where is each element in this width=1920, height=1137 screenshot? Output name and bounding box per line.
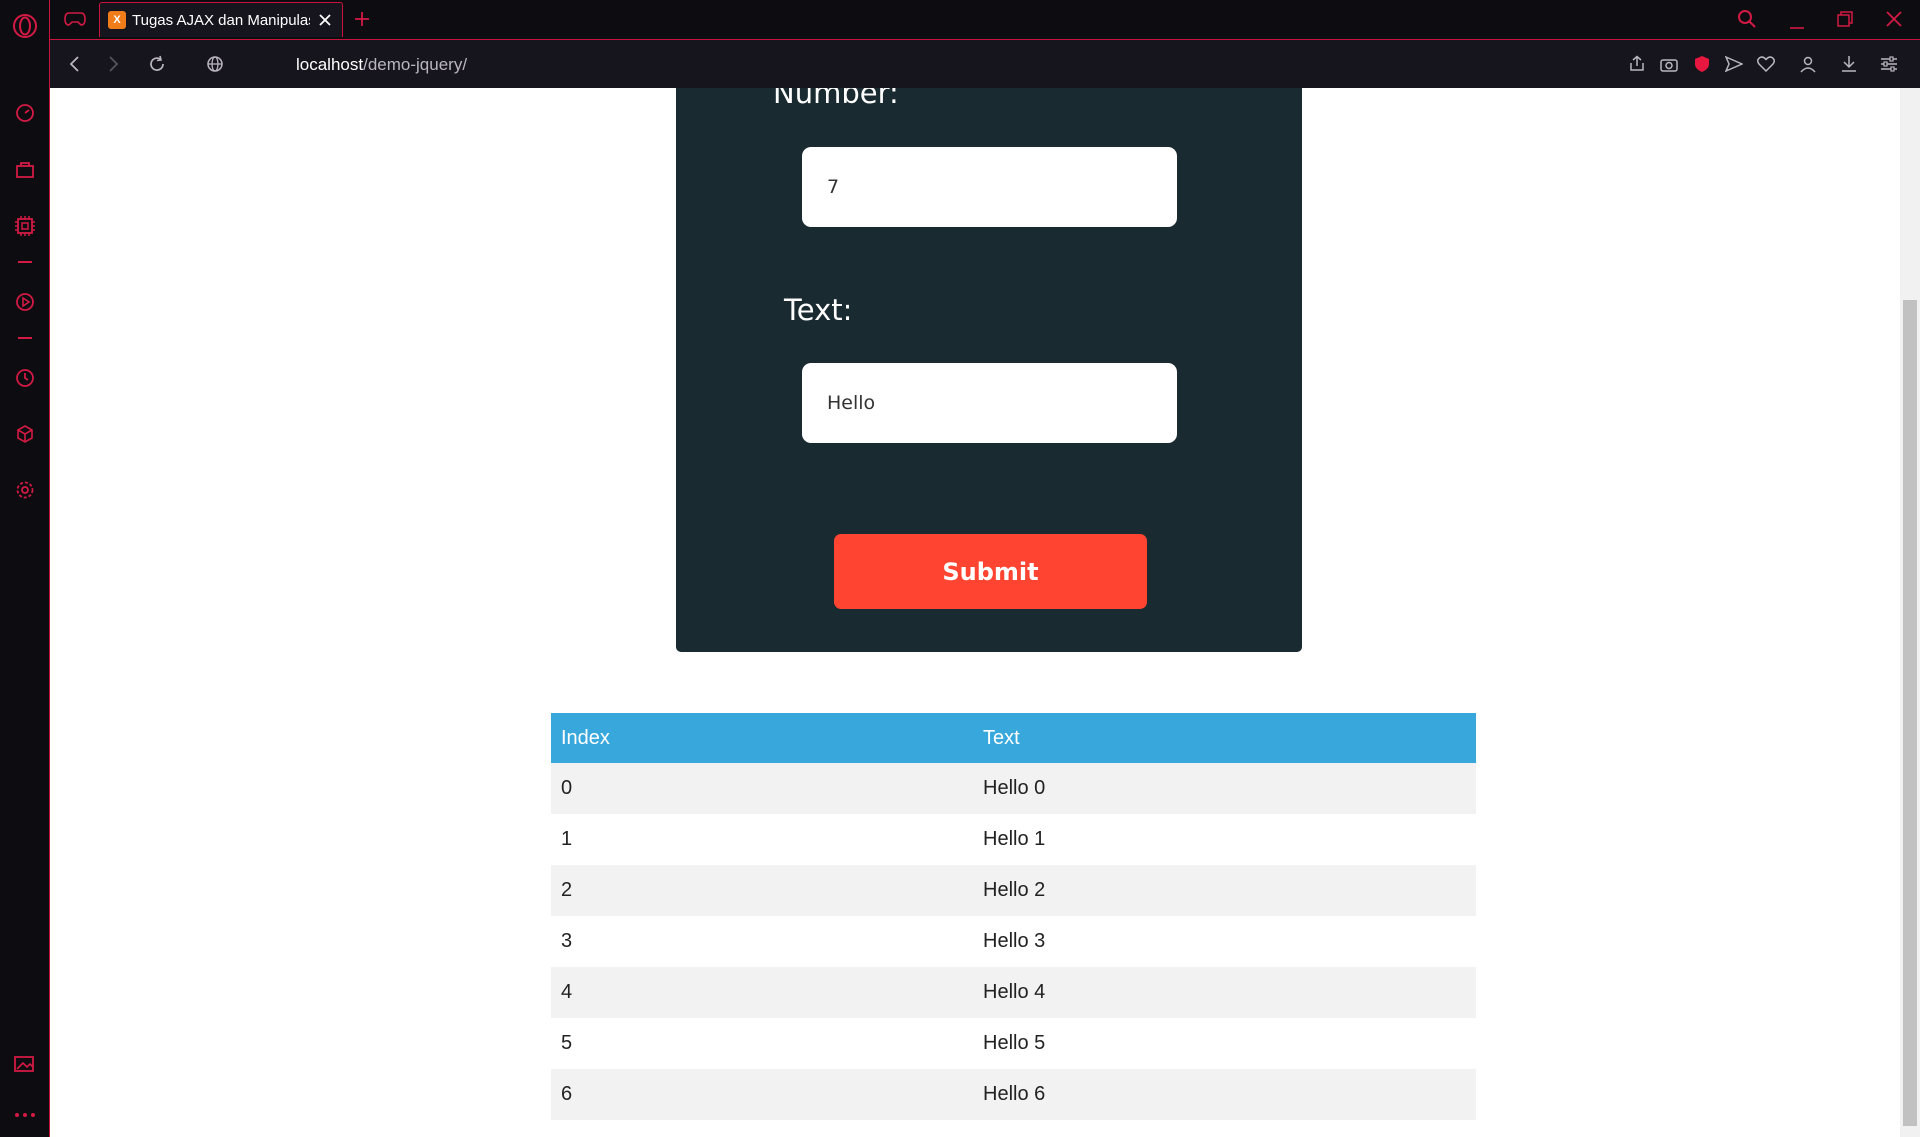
settings-gear-icon[interactable] [13, 478, 37, 502]
submit-button[interactable]: Submit [834, 534, 1147, 609]
index-cell: 5 [551, 1018, 973, 1069]
cpu-icon[interactable] [12, 213, 38, 239]
send-arrow-icon[interactable] [1722, 52, 1746, 76]
player-icon[interactable] [13, 290, 37, 314]
address-toolbar: localhost/demo-jquery/ [50, 39, 1920, 88]
new-tab-plus-icon[interactable] [351, 8, 373, 30]
text-input[interactable] [802, 363, 1177, 443]
more-options-icon[interactable] [13, 1110, 37, 1120]
minimize-icon[interactable] [1784, 8, 1810, 34]
index-cell: 0 [551, 763, 973, 814]
tab-close-icon[interactable] [316, 11, 334, 29]
text-label: Text: [784, 293, 853, 327]
share-icon[interactable] [1625, 52, 1649, 76]
text-cell: Hello 4 [973, 967, 1476, 1018]
gallery-image-icon[interactable] [12, 1052, 38, 1076]
number-label: Number: [773, 88, 899, 110]
index-column-header: Index [551, 713, 973, 763]
number-input[interactable] [802, 147, 1177, 227]
speed-dial-icon[interactable] [13, 101, 37, 125]
address-path: /demo-jquery/ [363, 55, 468, 74]
extensions-cube-icon[interactable] [13, 422, 37, 446]
text-cell: Hello 6 [973, 1069, 1476, 1120]
table-header-row: Index Text [551, 713, 1476, 763]
table-row: 0 Hello 0 [551, 763, 1476, 814]
history-clock-icon[interactable] [13, 366, 37, 390]
gx-control-icon[interactable] [62, 8, 88, 30]
index-cell: 4 [551, 967, 973, 1018]
scrollbar-thumb[interactable] [1903, 300, 1917, 1126]
form-panel: Number: Text: Submit [676, 88, 1302, 652]
text-cell: Hello 1 [973, 814, 1476, 865]
divider-icon [18, 260, 32, 264]
search-tabs-icon[interactable] [1734, 6, 1760, 32]
address-host: localhost [296, 55, 364, 74]
index-cell: 3 [551, 916, 973, 967]
text-cell: Hello 5 [973, 1018, 1476, 1069]
restore-window-icon[interactable] [1832, 6, 1858, 32]
table-row: 2 Hello 2 [551, 865, 1476, 916]
reload-icon[interactable] [145, 52, 169, 76]
downloads-icon[interactable] [1837, 52, 1861, 76]
index-cell: 2 [551, 865, 973, 916]
index-cell: 1 [551, 814, 973, 865]
back-arrow-icon[interactable] [62, 52, 86, 76]
page-viewport: Number: Text: Submit Index Text 0 Hello … [51, 88, 1900, 1137]
close-window-icon[interactable] [1881, 6, 1907, 32]
tab-active[interactable]: X Tugas AJAX dan Manipulas [99, 2, 343, 37]
table-row: 3 Hello 3 [551, 916, 1476, 967]
profile-user-icon[interactable] [1796, 52, 1820, 76]
favorites-heart-icon[interactable] [1754, 52, 1778, 76]
table-row: 1 Hello 1 [551, 814, 1476, 865]
text-cell: Hello 2 [973, 865, 1476, 916]
text-column-header: Text [973, 713, 1476, 763]
data-table: Index Text 0 Hello 0 1 Hello 1 2 Hello 2… [551, 713, 1476, 1120]
table-row: 6 Hello 6 [551, 1069, 1476, 1120]
adblock-shield-icon[interactable] [1690, 52, 1714, 76]
table-row: 4 Hello 4 [551, 967, 1476, 1018]
sidebar [0, 0, 50, 1137]
text-cell: Hello 3 [973, 916, 1476, 967]
site-info-globe-icon[interactable] [203, 52, 227, 76]
forward-arrow-icon[interactable] [102, 52, 126, 76]
address-bar[interactable]: localhost/demo-jquery/ [296, 55, 467, 75]
divider-icon [18, 336, 32, 340]
easy-setup-sliders-icon[interactable] [1877, 52, 1901, 76]
xampp-favicon-icon: X [108, 11, 126, 29]
shopping-bag-icon[interactable] [13, 157, 37, 181]
tab-title: Tugas AJAX dan Manipulas [132, 12, 310, 29]
table-row: 5 Hello 5 [551, 1018, 1476, 1069]
text-cell: Hello 0 [973, 763, 1476, 814]
snapshot-camera-icon[interactable] [1657, 52, 1681, 76]
opera-logo-icon[interactable] [11, 12, 39, 40]
index-cell: 6 [551, 1069, 973, 1120]
